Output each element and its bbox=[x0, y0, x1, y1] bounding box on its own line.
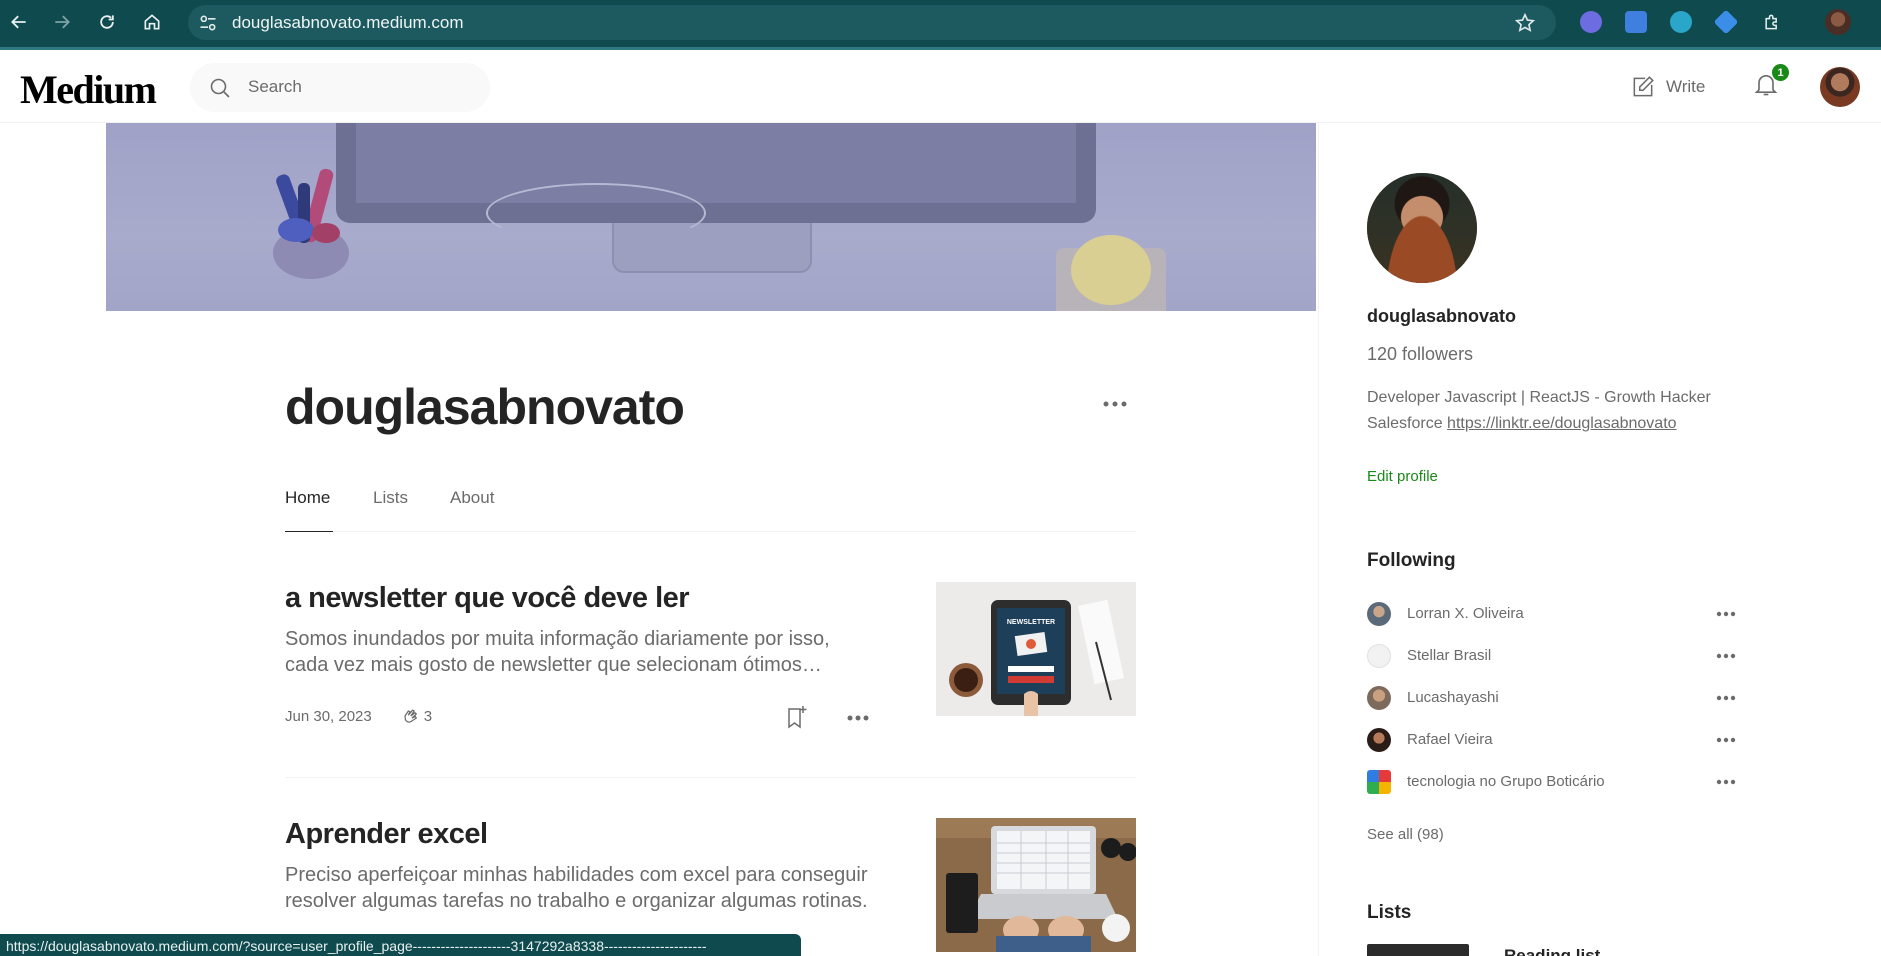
following-item[interactable]: Lorran X. Oliveira bbox=[1367, 601, 1739, 627]
sidebar-divider bbox=[1318, 123, 1319, 956]
clap-count: 3 bbox=[400, 706, 432, 726]
banner-cable bbox=[486, 183, 706, 243]
write-icon bbox=[1633, 76, 1654, 97]
more-options-icon[interactable] bbox=[1100, 394, 1130, 414]
lists-heading: Lists bbox=[1367, 902, 1412, 923]
reload-icon[interactable] bbox=[90, 8, 124, 36]
active-tab-indicator bbox=[285, 531, 333, 532]
translate-extension-icon[interactable] bbox=[1625, 11, 1647, 33]
avatar-image bbox=[1367, 173, 1477, 283]
edit-profile-link[interactable]: Edit profile bbox=[1367, 468, 1438, 485]
avatar bbox=[1367, 686, 1391, 710]
post-thumbnail[interactable]: NEWSLETTER bbox=[936, 582, 1136, 716]
follow-more-icon[interactable] bbox=[1715, 689, 1737, 707]
post-divider bbox=[285, 777, 1136, 778]
post-excerpt[interactable]: Somos inundados por muita informação dia… bbox=[285, 626, 875, 678]
reading-list-thumbnail[interactable] bbox=[1367, 944, 1469, 956]
home-icon[interactable] bbox=[135, 8, 169, 36]
address-bar[interactable]: douglasabnovato.medium.com bbox=[188, 5, 1556, 40]
site-header: Medium Write 1 bbox=[0, 50, 1881, 123]
forward-icon[interactable] bbox=[45, 8, 79, 36]
profile-tabs: Home Lists About bbox=[285, 480, 1136, 532]
follow-more-icon[interactable] bbox=[1715, 605, 1737, 623]
user-avatar[interactable] bbox=[1820, 67, 1860, 107]
clap-count-value: 3 bbox=[423, 707, 433, 725]
url-text: douglasabnovato.medium.com bbox=[232, 13, 464, 32]
followers-count[interactable]: 120 followers bbox=[1367, 344, 1473, 365]
tab-home[interactable]: Home bbox=[285, 488, 330, 508]
download-extension-icon[interactable] bbox=[1670, 11, 1692, 33]
sidebar-profile-name: douglasabnovato bbox=[1367, 306, 1517, 326]
browser-toolbar: douglasabnovato.medium.com bbox=[0, 0, 1881, 50]
post-thumbnail[interactable] bbox=[936, 818, 1136, 952]
avatar bbox=[1367, 728, 1391, 752]
write-button[interactable]: Write bbox=[1630, 72, 1705, 102]
bookmark-star-icon[interactable] bbox=[1514, 12, 1536, 34]
follow-more-icon[interactable] bbox=[1715, 647, 1737, 665]
following-name[interactable]: Rafael Vieira bbox=[1407, 731, 1493, 748]
see-all-following-link[interactable]: See all (98) bbox=[1367, 826, 1444, 843]
following-name[interactable]: Stellar Brasil bbox=[1407, 647, 1491, 664]
notification-badge: 1 bbox=[1772, 64, 1789, 81]
medium-logo[interactable]: Medium bbox=[20, 66, 157, 113]
clap-icon bbox=[404, 709, 417, 723]
notifications-button[interactable]: 1 bbox=[1752, 64, 1789, 100]
back-icon[interactable] bbox=[2, 8, 36, 36]
avatar bbox=[1367, 602, 1391, 626]
following-item[interactable]: tecnologia no Grupo Boticário bbox=[1367, 769, 1739, 795]
post-card[interactable]: a newsletter que você deve ler Somos inu… bbox=[285, 582, 1136, 729]
bio-link[interactable]: https://linktr.ee/douglasabnovato bbox=[1447, 415, 1677, 432]
search-input[interactable] bbox=[248, 75, 468, 99]
post-excerpt[interactable]: Preciso aperfeiçoar minhas habilidades c… bbox=[285, 862, 875, 914]
search-box[interactable] bbox=[190, 63, 490, 112]
post-date: Jun 30, 2023 bbox=[285, 707, 372, 725]
avatar bbox=[1367, 644, 1391, 668]
tab-lists[interactable]: Lists bbox=[373, 488, 408, 508]
reading-list-title[interactable]: Reading list bbox=[1504, 944, 1600, 956]
banner-pens bbox=[273, 168, 349, 279]
profile-title: douglasabnovato bbox=[285, 379, 685, 435]
banner-lemon bbox=[1071, 235, 1151, 305]
following-item[interactable]: Lucashayashi bbox=[1367, 685, 1739, 711]
extension-cube-icon[interactable] bbox=[1713, 9, 1739, 35]
search-icon bbox=[210, 78, 230, 98]
following-name[interactable]: tecnologia no Grupo Boticário bbox=[1407, 773, 1605, 790]
bookmark-add-icon[interactable] bbox=[785, 704, 809, 730]
following-name[interactable]: Lorran X. Oliveira bbox=[1407, 605, 1524, 622]
follow-more-icon[interactable] bbox=[1715, 731, 1737, 749]
following-item[interactable]: Stellar Brasil bbox=[1367, 643, 1739, 669]
following-name[interactable]: Lucashayashi bbox=[1407, 689, 1499, 706]
following-item[interactable]: Rafael Vieira bbox=[1367, 727, 1739, 753]
follow-more-icon[interactable] bbox=[1715, 773, 1737, 791]
post-title[interactable]: a newsletter que você deve ler bbox=[285, 582, 690, 615]
profile-banner bbox=[106, 123, 1316, 311]
post-title[interactable]: Aprender excel bbox=[285, 818, 488, 851]
post-meta: Jun 30, 2023 3 bbox=[285, 706, 432, 726]
tab-about[interactable]: About bbox=[450, 488, 494, 508]
extensions-puzzle-icon[interactable] bbox=[1755, 8, 1789, 36]
post-more-icon[interactable] bbox=[845, 708, 871, 728]
status-bar-url: https://douglasabnovato.medium.com/?sour… bbox=[0, 934, 801, 956]
site-settings-icon[interactable] bbox=[198, 13, 218, 33]
banner-screen bbox=[356, 123, 1076, 203]
following-heading: Following bbox=[1367, 550, 1456, 571]
profile-avatar bbox=[1367, 173, 1477, 283]
write-label: Write bbox=[1666, 77, 1706, 96]
avatar bbox=[1367, 770, 1391, 794]
profile-bio: Developer Javascript | ReactJS - Growth … bbox=[1367, 385, 1767, 437]
browser-profile-avatar[interactable] bbox=[1825, 9, 1851, 35]
extension-icon[interactable] bbox=[1580, 11, 1602, 33]
thumbnail-text: NEWSLETTER bbox=[1007, 619, 1055, 626]
